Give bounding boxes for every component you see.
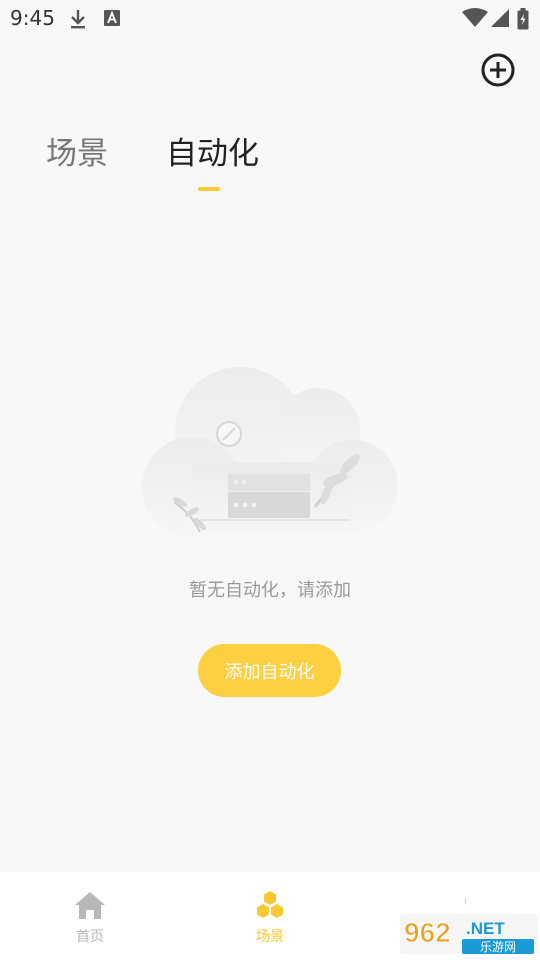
nav-label-home: 首页	[76, 929, 104, 945]
status-bar: 9:45	[0, 0, 540, 36]
status-time: 9:45	[10, 6, 55, 30]
nav-item-home[interactable]: 首页	[50, 890, 130, 946]
active-tab-indicator	[198, 187, 220, 191]
tab-automation[interactable]: 自动化	[166, 128, 259, 173]
home-icon	[75, 892, 105, 919]
nav-label-scene: 场景	[256, 929, 284, 945]
watermark-site: 乐游网	[480, 940, 516, 954]
wifi-icon	[462, 8, 488, 27]
download-icon	[71, 10, 85, 29]
empty-cloud-illustration	[142, 367, 398, 537]
nav-item-scene[interactable]: 场景	[230, 890, 310, 946]
empty-state-message: 暂无自动化，请添加	[189, 580, 351, 601]
watermark-number: 962	[404, 917, 451, 948]
tab-scene[interactable]: 场景	[46, 128, 108, 173]
honeycomb-icon	[257, 891, 283, 918]
tab-bar: 场景 自动化	[0, 120, 540, 200]
battery-icon	[517, 8, 529, 30]
cell-signal-icon	[491, 9, 509, 27]
site-watermark-logo: 962 .NET 乐游网	[400, 914, 538, 954]
add-icon[interactable]	[478, 50, 518, 90]
watermark-suffix: .NET	[466, 919, 505, 938]
add-automation-button[interactable]: 添加自动化	[198, 644, 341, 697]
font-app-icon	[104, 10, 120, 26]
